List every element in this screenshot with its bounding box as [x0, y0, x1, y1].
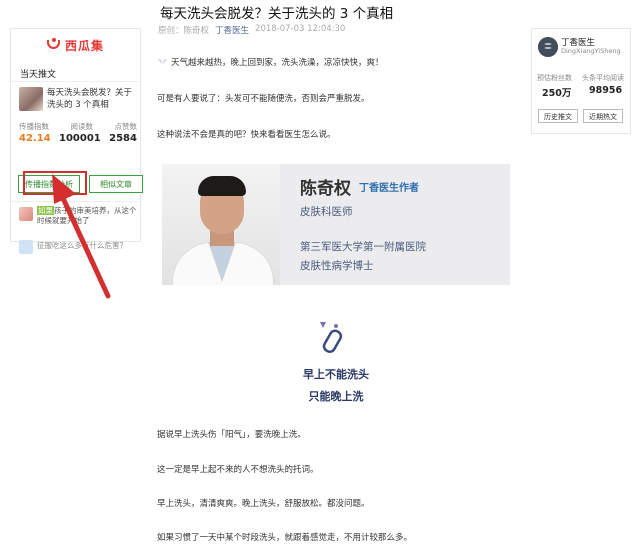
avg-read-label: 头条平均阅读 — [582, 74, 624, 82]
panel-section-title: 当天推文 — [20, 70, 57, 80]
account-avatar — [538, 37, 558, 57]
related-thumbnail[interactable] — [19, 240, 33, 254]
paragraph: 天气越来越热，晚上回到家，洗头洗澡，凉凉快快，爽！ — [157, 56, 384, 68]
meta-datetime: 2018-07-03 12:04:30 — [255, 24, 346, 34]
watermelon-icon — [46, 38, 61, 52]
flask-icon — [320, 322, 343, 353]
fans-value: 250万 — [542, 88, 572, 99]
avg-read-value: 98956 — [589, 85, 623, 96]
author-role: 丁香医生作者 — [359, 183, 419, 194]
paragraph: 早上洗头，清清爽爽。晚上洗头，舒服放松。都没问题。 — [157, 499, 370, 509]
xiguaji-logo: 西瓜集 — [11, 29, 140, 61]
fans-label: 预估粉丝数 — [537, 74, 572, 82]
paragraph: 这一定是早上起不来的人不想洗头的托词。 — [157, 465, 319, 475]
paragraph: 据说早上洗头伤「阳气」，要洗晚上洗。 — [157, 430, 306, 440]
article-thumbnail[interactable] — [19, 87, 43, 111]
section-heading: 早上不能洗头 — [303, 368, 369, 381]
spread-index-value: 42.14 — [19, 133, 51, 144]
recent-hot-button[interactable]: 近期热文 — [583, 109, 623, 123]
article-title: 每天洗头会脱发？关于洗头的 3 个真相 — [160, 6, 394, 22]
paragraph: 如果习惯了一天中某个时段洗头，就跟着感觉走，不用计较那么多。 — [157, 533, 413, 543]
account-id: DingXiangYiSheng — [561, 47, 621, 55]
account-panel: 丁香医生 DingXiangYiSheng 预估粉丝数 头条平均阅读 250万 … — [531, 28, 631, 134]
stat-values: 42.14 100001 2584 — [19, 133, 137, 144]
like-count-value: 2584 — [109, 133, 137, 144]
author-title: 皮肤科医师 — [300, 206, 353, 218]
paragraph: 可是有人要说了：头发可不能随便洗，否则会严重脱发。 — [157, 94, 370, 104]
stat-labels: 传播指数 阅读数 点赞数 — [19, 122, 137, 131]
author-degree: 皮肤性病学博士 — [300, 260, 374, 272]
section-subheading: 只能晚上洗 — [308, 390, 364, 403]
article-meta: 原创：陈奇权 丁香医生 2018-07-03 12:04:30 — [158, 24, 345, 36]
meta-source-link[interactable]: 丁香医生 — [215, 24, 249, 36]
author-card: 陈奇权 丁香医生作者 皮肤科医师 第三军医大学第一附属医院 皮肤性病学博士 — [162, 164, 510, 285]
panel-article-title[interactable]: 每天洗头会脱发？关于洗头的 3 个真相 — [47, 87, 135, 111]
author-hospital: 第三军医大学第一附属医院 — [300, 241, 426, 253]
sprout-icon — [158, 59, 167, 65]
paragraph: 这种说法不会是真的吧？快来看看医生怎么说。 — [157, 130, 336, 140]
author-photo — [162, 164, 280, 285]
read-count-value: 100001 — [59, 133, 101, 144]
red-arrow-annotation — [52, 174, 111, 299]
author-name: 陈奇权 — [300, 179, 351, 199]
related-thumbnail[interactable] — [19, 207, 33, 221]
history-posts-button[interactable]: 历史推文 — [538, 109, 578, 123]
meta-author: 原创：陈奇权 — [158, 26, 210, 36]
